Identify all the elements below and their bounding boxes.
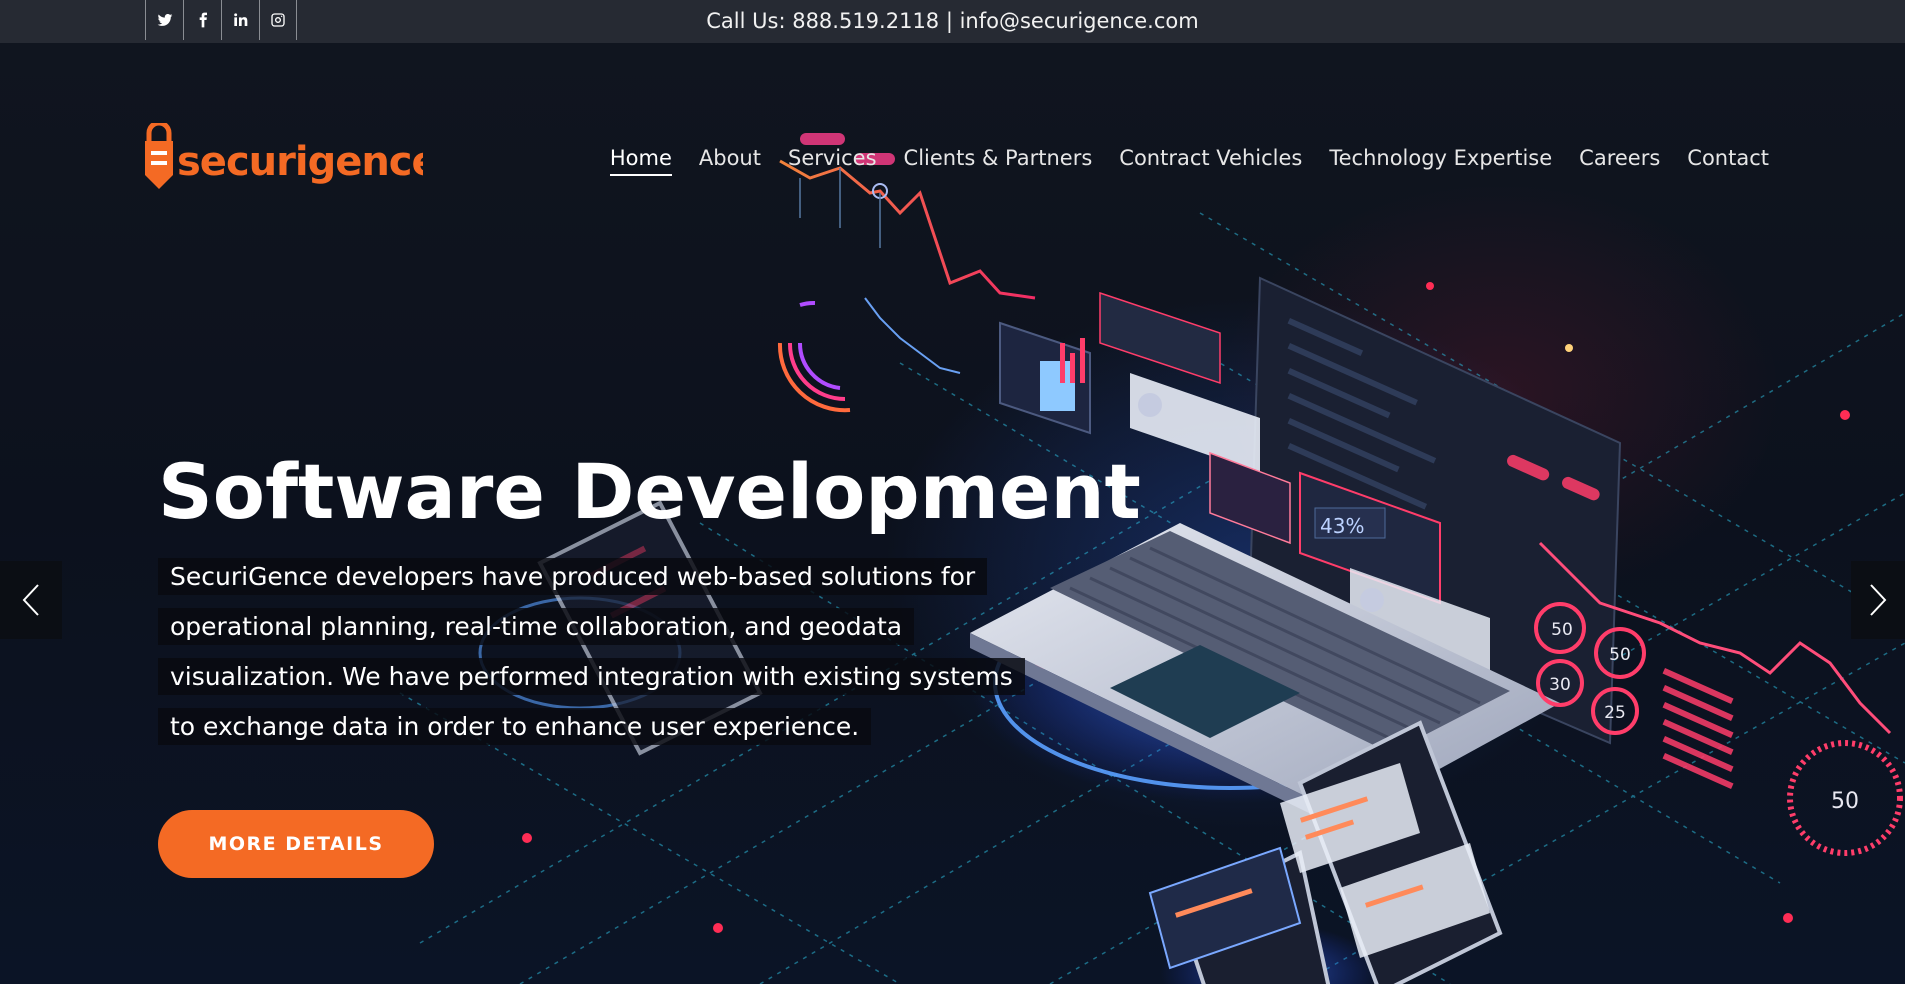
gauge-label-5: 50 <box>1831 789 1859 814</box>
logo-text: securigence <box>177 139 423 185</box>
nav-technology-expertise[interactable]: Technology Expertise <box>1329 146 1552 176</box>
nav-services[interactable]: Services <box>788 146 877 176</box>
nav-clients-partners[interactable]: Clients & Partners <box>904 146 1093 176</box>
securigence-logo[interactable]: securigence <box>143 123 423 195</box>
art-percent-label: 43% <box>1320 514 1364 538</box>
slide-description-line: to exchange data in order to enhance use… <box>158 708 872 745</box>
hero-slider: 43% 50 50 30 25 50 securigence Home Abou… <box>0 43 1905 984</box>
nav-home[interactable]: Home <box>609 146 672 176</box>
nav-contact[interactable]: Contact <box>1687 146 1769 176</box>
gauge-label-2: 50 <box>1609 645 1631 665</box>
nav-contract-vehicles[interactable]: Contract Vehicles <box>1119 146 1302 176</box>
slide-title: Software Development <box>158 447 1141 536</box>
slider-next-button[interactable] <box>1851 561 1905 639</box>
nav-careers[interactable]: Careers <box>1579 146 1660 176</box>
gauge-label-3: 30 <box>1549 675 1571 695</box>
gauge-label-4: 25 <box>1604 703 1626 723</box>
nav-about[interactable]: About <box>699 146 761 176</box>
chevron-left-icon <box>22 584 39 616</box>
slide-description-line: operational planning, real-time collabor… <box>158 608 915 645</box>
slider-prev-button[interactable] <box>0 561 62 639</box>
slide-description-line: visualization. We have performed integra… <box>158 658 1025 695</box>
main-nav: Home About Services Clients & Partners C… <box>609 146 1769 176</box>
more-details-button[interactable]: MORE DETAILS <box>158 810 434 878</box>
top-bar: Call Us: 888.519.2118 | info@securigence… <box>0 0 1905 43</box>
slide-description-line: SecuriGence developers have produced web… <box>158 558 988 595</box>
contact-info: Call Us: 888.519.2118 | info@securigence… <box>706 9 1199 33</box>
lock-icon <box>145 123 173 189</box>
slide-description: SecuriGence developers have produced web… <box>158 558 1058 758</box>
gauge-label-1: 50 <box>1551 620 1573 640</box>
chevron-right-icon <box>1870 584 1887 616</box>
